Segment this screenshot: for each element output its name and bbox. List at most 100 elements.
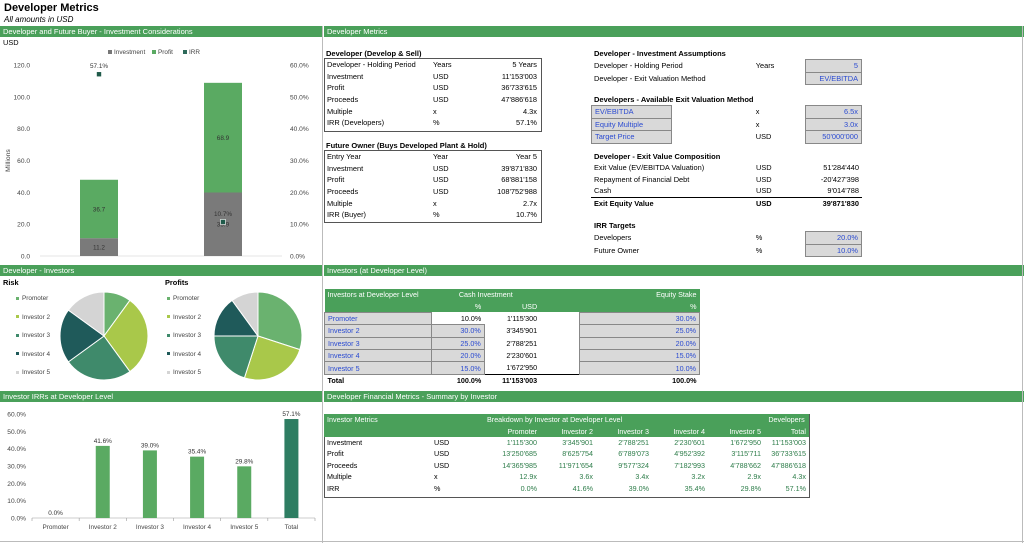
input-value[interactable]: 20.0% (805, 231, 862, 245)
metric-row: Entry Year Year Year 5 (324, 151, 540, 163)
legend-label: Investor 4 (173, 350, 202, 358)
equity-stake[interactable]: 15.0% (579, 348, 700, 363)
cash-pct[interactable]: 30.0% (430, 324, 485, 338)
metric-row: Target Price USD 50'000'000 (591, 130, 862, 144)
metric-row: IRR (Developers)% 57.1% (324, 117, 540, 129)
header-investor-irrs: Investor IRRs at Developer Level (0, 391, 322, 402)
spacer-cell (431, 425, 484, 437)
y2-tick-label: 20.0% (290, 190, 309, 197)
metric-label: Proceeds (327, 95, 359, 105)
input-label[interactable]: Target Price (591, 130, 672, 144)
legend-swatch (16, 352, 19, 356)
input-value[interactable]: 10.0% (805, 243, 862, 258)
pie-legend-item: Promoter (167, 295, 201, 314)
developer-title: Developer (Develop & Sell) (326, 49, 422, 58)
pie-legend-item: Investor 3 (167, 332, 201, 351)
investor-name[interactable]: Investor 4 (324, 348, 432, 363)
profit-label: 36.7 (93, 206, 106, 213)
y-tick-label: 40.0 (17, 190, 30, 197)
metric-value: Year 5 (515, 152, 537, 162)
equity-stake[interactable]: 25.0% (579, 324, 700, 338)
input-value[interactable]: 6.5x (805, 105, 862, 119)
fin-summary-table: Investor Metrics Breakdown by Investor at… (324, 414, 809, 494)
metric-label: Developers (594, 233, 632, 243)
metric-row: Developer - Holding Period Years 5 (591, 59, 862, 73)
cash-pct[interactable]: 25.0% (430, 336, 485, 350)
exit-methods-title: Developers - Available Exit Valuation Me… (594, 95, 754, 104)
metric-label: Multiple (327, 472, 352, 482)
metric-value: 2.7x (523, 198, 537, 208)
page-title: Developer Metrics (4, 2, 99, 14)
metric-label: Profit (327, 83, 345, 93)
pie-legend-item: Investor 5 (16, 369, 50, 388)
metric-label: Repayment of Financial Debt (594, 174, 690, 184)
spacer-cell (540, 337, 580, 349)
input-value[interactable]: 5 (805, 59, 862, 73)
metric-label: Investment (327, 437, 363, 447)
metric-value: 41.6% (572, 483, 593, 493)
metric-unit: USD (434, 460, 450, 470)
x-tick-label: Investor 3 (136, 524, 165, 531)
spacer-cell (540, 325, 580, 337)
legend-swatch (167, 370, 170, 374)
cash-usd: 1'672'950 (506, 363, 538, 373)
investment-profit-chart: 0.0 20.0 40.0 60.0 80.0 100.0 120.0 0.0% 10.0% 20… (5, 49, 309, 261)
fin-row: Profit USD 13'250'685 8'625'754 6'789'073 4'9… (324, 448, 809, 459)
y-tick-label: 60.0% (7, 412, 26, 419)
metric-unit: USD (433, 95, 449, 105)
investor-name[interactable]: Investor 3 (324, 336, 432, 350)
metric-row: Developers% 20.0% (591, 231, 862, 245)
header-dev-investors: Developer - Investors (0, 265, 322, 276)
y-tick-label: 120.0 (13, 63, 30, 70)
header-dev-future: Developer and Future Buyer - Investment … (0, 26, 322, 37)
irr-targets-title: IRR Targets (594, 221, 636, 230)
exit-methods-table: EV/EBITDA x 6.5x Equity Multiple x 3.0x Target… (591, 105, 862, 144)
metric-value: 39.0% (628, 483, 649, 493)
metric-unit: Years (755, 61, 775, 71)
fin-row: IRR% 0.0% 41.6% 39.0% 35.4% 29.8% 57.1% (324, 482, 809, 493)
input-value[interactable]: EV/EBITDA (805, 71, 862, 86)
investor-name[interactable]: Investor 2 (324, 324, 432, 338)
metric-row: Proceeds USD 47'886'618 (324, 94, 540, 106)
metric-row: Multiple x 4.3x (324, 105, 540, 117)
legend-label: Investor 5 (173, 369, 202, 376)
inv-assumptions-table: Developer - Holding Period Years 5 Develope… (591, 59, 862, 86)
metric-row: Equity Multiple x 3.0x (591, 117, 862, 132)
equity-stake[interactable]: 20.0% (579, 336, 700, 350)
investor-name[interactable]: Investor 5 (324, 361, 432, 375)
risk-pie-chart (59, 291, 149, 381)
fin-row: Investment USD 1'115'300 3'345'901 2'788'251… (324, 437, 809, 448)
metric-label: Multiple (327, 106, 353, 116)
y-tick-label: 20.0% (7, 481, 26, 488)
metric-label: Investment (327, 71, 364, 81)
total-pct: 100.0% (431, 373, 485, 387)
metric-value: 9'014'788 (827, 186, 859, 196)
legend-label: Investor 5 (22, 369, 51, 376)
metric-value: 3.2x (691, 472, 705, 482)
input-label[interactable]: Equity Multiple (591, 117, 672, 132)
equity-stake[interactable]: 10.0% (579, 361, 700, 375)
fin-row: Proceeds USD 14'365'985 11'971'654 9'577'324… (324, 460, 809, 471)
cash-pct[interactable]: 15.0% (430, 361, 485, 375)
metric-row: Cash USD 9'014'788 (591, 185, 862, 197)
legend-swatch (152, 50, 156, 54)
col-subheader: Investor 5 (708, 425, 764, 437)
input-label[interactable]: EV/EBITDA (591, 105, 672, 119)
investor-row: Investor 5 15.0% 1'672'950 10.0% (324, 361, 700, 375)
input-value[interactable]: 3.0x (805, 117, 862, 132)
cash-pct[interactable]: 20.0% (430, 348, 485, 363)
metric-value: 3.4x (635, 472, 649, 482)
equity-stake[interactable]: 30.0% (579, 311, 700, 326)
col-header: Developers (764, 414, 809, 426)
spacer-cell (324, 425, 431, 437)
legend-swatch (16, 296, 19, 300)
pie-legend-item: Investor 4 (16, 351, 50, 370)
input-value[interactable]: 50'000'000 (805, 130, 862, 144)
inv-assumptions-title: Developer - Investment Assumptions (594, 49, 726, 58)
investor-row: Investor 2 30.0% 3'345'901 25.0% (324, 324, 700, 338)
total-row: Total 100.0% 11'153'003 100.0% (324, 373, 700, 387)
total-usd: 11'153'003 (484, 373, 541, 387)
spacer-cell (540, 289, 580, 301)
investor-name[interactable]: Promoter (324, 311, 432, 326)
legend-swatch (16, 370, 19, 374)
